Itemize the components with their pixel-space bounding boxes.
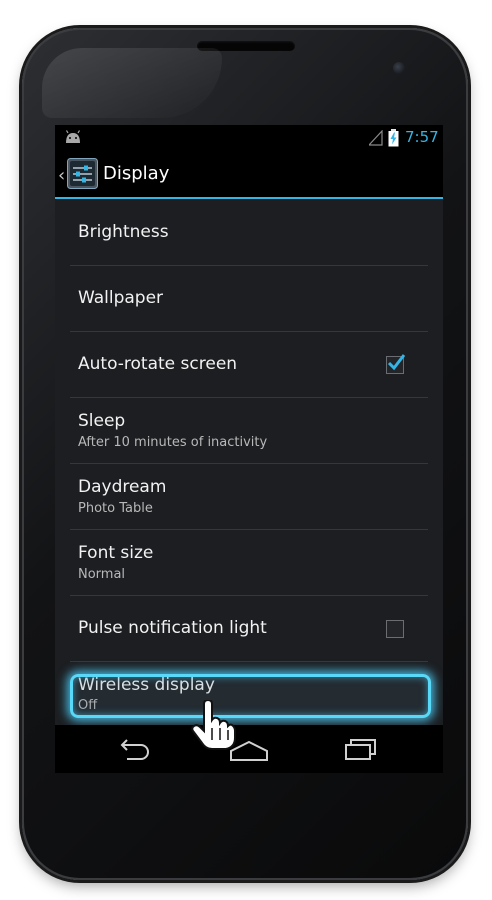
front-camera [393, 62, 405, 74]
setting-title: Sleep [78, 411, 126, 431]
setting-title: Pulse notification light [78, 618, 267, 638]
setting-sleep[interactable]: Sleep After 10 minutes of inactivity [70, 397, 428, 464]
page-title: Display [103, 163, 170, 184]
battery-charging-icon [388, 129, 399, 147]
settings-sliders-icon[interactable] [67, 158, 98, 189]
setting-brightness[interactable]: Brightness [70, 199, 428, 266]
setting-pulse-notification-light[interactable]: Pulse notification light [70, 595, 428, 662]
checkmark-icon [387, 354, 406, 371]
pulse-notification-checkbox[interactable] [386, 620, 404, 638]
hand-pointer-icon [191, 700, 236, 750]
setting-summary: Normal [78, 567, 126, 582]
up-caret-icon[interactable]: ‹ [58, 165, 65, 186]
auto-rotate-checkbox[interactable] [386, 354, 406, 374]
back-icon[interactable] [117, 738, 151, 760]
setting-title: Font size [78, 543, 154, 563]
setting-title: Auto-rotate screen [78, 354, 238, 374]
wireless-display-highlight [70, 674, 431, 718]
setting-font-size[interactable]: Font size Normal [70, 529, 428, 596]
clock: 7:57 [405, 128, 439, 146]
recent-apps-icon[interactable] [344, 736, 380, 762]
setting-auto-rotate[interactable]: Auto-rotate screen [70, 331, 428, 398]
setting-title: Wallpaper [78, 288, 164, 308]
setting-wallpaper[interactable]: Wallpaper [70, 265, 428, 332]
setting-daydream[interactable]: Daydream Photo Table [70, 463, 428, 530]
setting-title: Daydream [78, 477, 167, 497]
status-bar: 7:57 [55, 125, 443, 151]
setting-title: Brightness [78, 222, 169, 242]
speaker-grille [197, 41, 295, 51]
setting-summary: After 10 minutes of inactivity [78, 435, 268, 450]
android-icon [65, 130, 81, 143]
navigation-bar [55, 725, 443, 773]
signal-icon [369, 130, 383, 146]
screen: 7:57 ‹ Display Brightness Wallpaper Auto… [55, 125, 443, 773]
setting-summary: Photo Table [78, 501, 153, 516]
